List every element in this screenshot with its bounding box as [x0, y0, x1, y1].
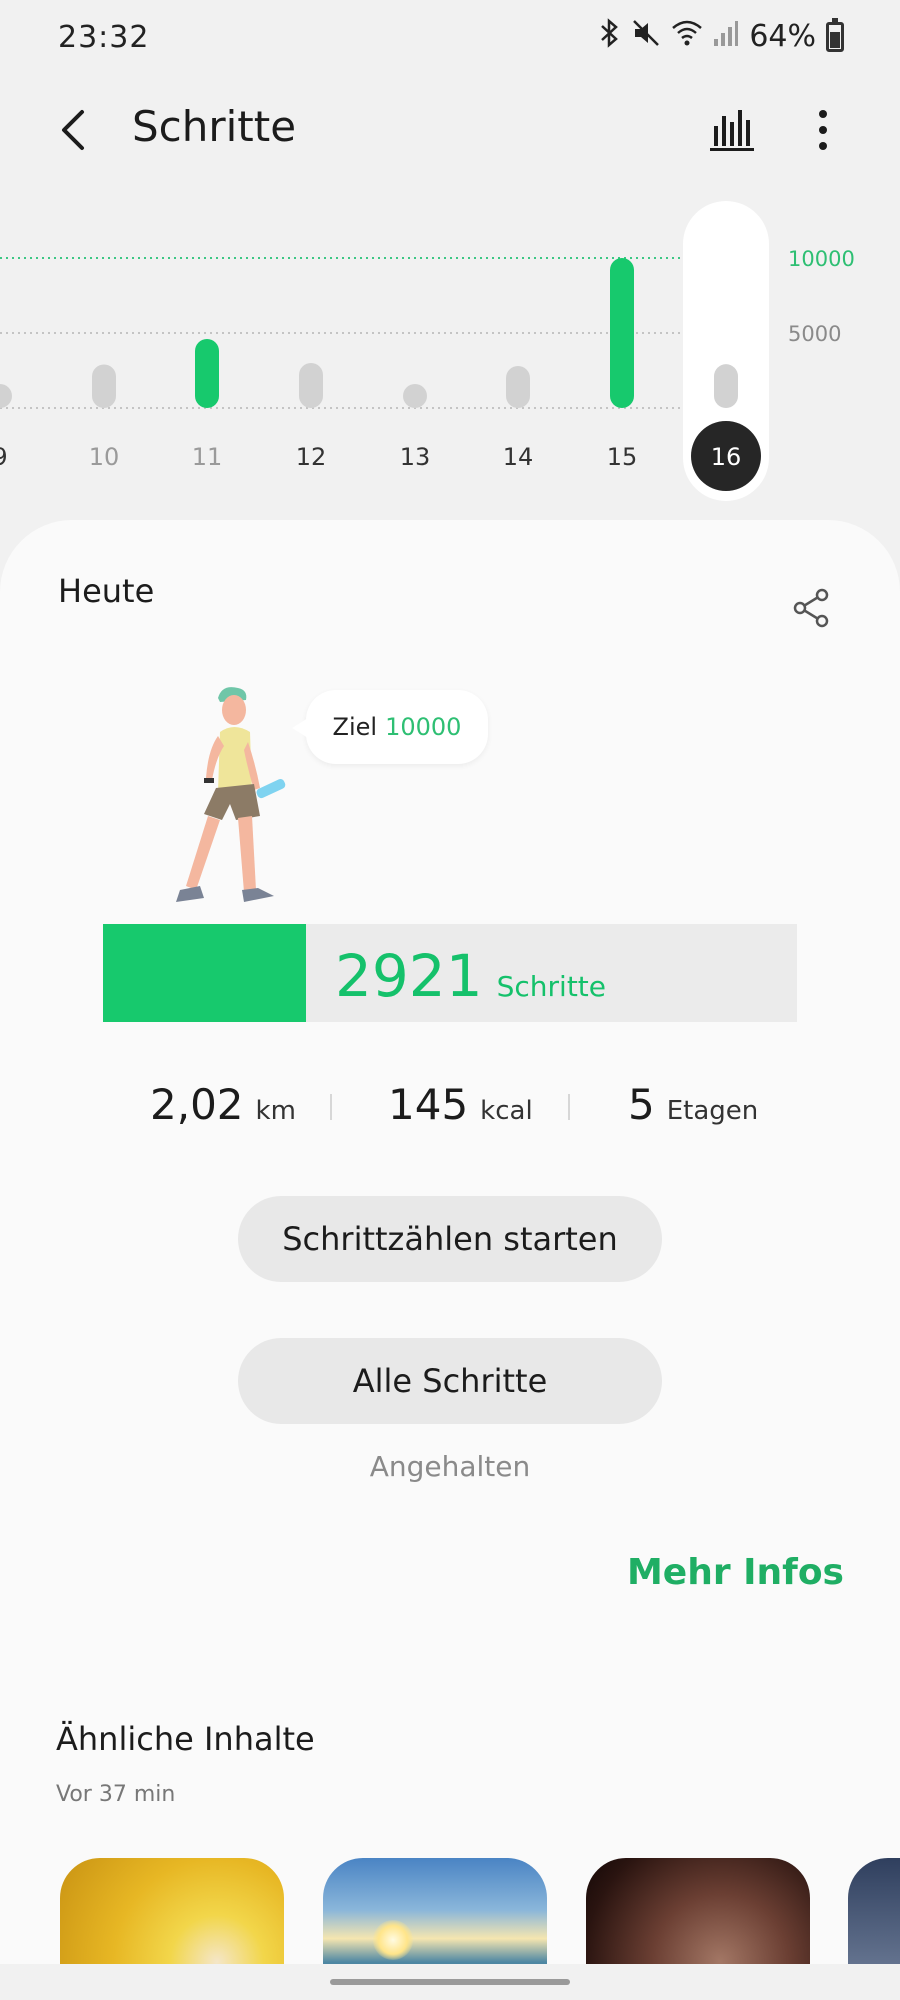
calories-stat: 145 kcal [388, 1080, 533, 1129]
steps-unit: Schritte [496, 970, 606, 1003]
walker-illustration [176, 687, 286, 902]
steps-chart[interactable]: 10000 5000 9 10 11 12 13 14 15 16 [0, 195, 900, 515]
day-label: 12 [296, 443, 327, 471]
goal-axis-label: 10000 [788, 247, 855, 271]
day-bar [403, 384, 427, 408]
more-info-link[interactable]: Mehr Infos [627, 1552, 844, 1593]
back-arrow-icon [62, 110, 84, 150]
more-options-button[interactable] [805, 102, 841, 158]
day-label: 9 [0, 443, 8, 471]
day-bar [92, 364, 116, 408]
steps-chart-svg: 10000 5000 9 10 11 12 13 14 15 16 [0, 201, 855, 501]
paused-status: Angehalten [369, 1450, 531, 1483]
more-vert-icon [819, 110, 827, 150]
status-bar: 23:32 64% [0, 0, 900, 80]
steps-readout: 2921 Schritte [335, 942, 606, 1010]
goal-bubble: Ziel 10000 [292, 690, 488, 764]
battery-percent: 64% [749, 19, 816, 54]
day-bar [0, 384, 12, 408]
mute-icon [631, 18, 661, 55]
day-label: 14 [503, 443, 534, 471]
today-label: Heute [58, 572, 155, 610]
steps-value: 2921 [335, 942, 483, 1010]
day-label: 16 [711, 443, 742, 471]
chart-view-button[interactable] [708, 104, 756, 154]
distance-unit: km [255, 1096, 296, 1126]
related-content-title: Ähnliche Inhalte [56, 1720, 315, 1758]
floors-stat: 5 Etagen [628, 1080, 758, 1129]
day-bar [299, 363, 323, 408]
battery-icon [826, 17, 844, 52]
goal-value: 10000 [385, 713, 462, 741]
day-label: 11 [192, 443, 223, 471]
status-icons: 64% [599, 17, 844, 55]
mid-axis-label: 5000 [788, 322, 841, 346]
signal-icon [713, 19, 739, 54]
goal-label: Ziel [332, 713, 378, 741]
home-indicator[interactable] [330, 1979, 570, 1985]
day-bar [195, 339, 219, 408]
app-header: Schritte [0, 90, 900, 170]
today-card: Heute Ziel 10000 2921 Schritte 2,02 km 1… [0, 520, 900, 2000]
status-time: 23:32 [58, 20, 150, 55]
day-bar [610, 258, 634, 408]
day-bar [506, 366, 530, 408]
day-bar [714, 364, 738, 408]
distance-value: 2,02 [150, 1080, 244, 1129]
calories-value: 145 [388, 1080, 469, 1129]
wifi-icon [671, 19, 703, 54]
stat-divider [330, 1094, 332, 1120]
steps-progress: 2921 Schritte [103, 924, 797, 1022]
calories-unit: kcal [480, 1096, 533, 1126]
all-steps-button[interactable]: Alle Schritte [238, 1338, 662, 1424]
distance-stat: 2,02 km [150, 1080, 296, 1129]
stats-row: 2,02 km 145 kcal 5 Etagen [0, 1080, 900, 1140]
day-label: 15 [607, 443, 638, 471]
back-button[interactable] [52, 100, 102, 160]
page-title: Schritte [132, 102, 297, 151]
related-content-time: Vor 37 min [56, 1782, 176, 1807]
share-icon [793, 588, 829, 628]
bluetooth-icon [599, 18, 621, 55]
start-counting-button[interactable]: Schrittzählen starten [238, 1196, 662, 1282]
floors-unit: Etagen [666, 1096, 759, 1126]
bar-chart-icon [710, 110, 754, 151]
day-label: 13 [400, 443, 431, 471]
day-label: 10 [89, 443, 120, 471]
share-button[interactable] [790, 586, 834, 630]
steps-progress-fill [103, 924, 306, 1022]
floors-value: 5 [628, 1080, 655, 1129]
stat-divider [568, 1094, 570, 1120]
